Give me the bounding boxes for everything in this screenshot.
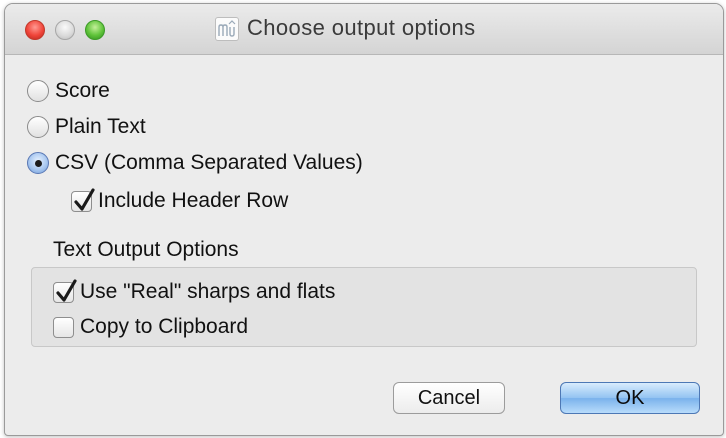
score-radio[interactable]: [27, 80, 49, 102]
app-icon: [215, 17, 239, 41]
cancel-button[interactable]: Cancel: [393, 382, 505, 414]
plain-text-radio[interactable]: [27, 116, 49, 138]
close-window-button[interactable]: [25, 20, 45, 40]
copy-to-clipboard-option[interactable]: Copy to Clipboard: [53, 315, 248, 339]
copy-to-clipboard-label: Copy to Clipboard: [80, 315, 249, 338]
real-sharps-flats-label: Use "Real" sharps and flats: [80, 280, 336, 303]
checkmark-icon: [56, 278, 77, 302]
dialog-window: Choose output options Score Plain Text C…: [4, 3, 724, 436]
title-bar: Choose output options: [5, 4, 723, 55]
zoom-window-button[interactable]: [85, 20, 105, 40]
score-label: Score: [55, 79, 110, 102]
real-sharps-flats-checkbox[interactable]: [53, 278, 77, 303]
radio-row-csv[interactable]: CSV (Comma Separated Values): [27, 151, 363, 175]
window-title: Choose output options: [247, 15, 476, 40]
ok-button[interactable]: OK: [560, 382, 700, 414]
checkmark-icon: [74, 187, 95, 211]
include-header-row-option[interactable]: Include Header Row: [71, 187, 289, 213]
csv-radio[interactable]: [27, 152, 49, 174]
radio-row-score[interactable]: Score: [27, 79, 110, 103]
text-output-options-heading: Text Output Options: [53, 238, 239, 261]
real-sharps-flats-option[interactable]: Use "Real" sharps and flats: [53, 278, 336, 304]
include-header-row-checkbox[interactable]: [71, 187, 95, 212]
include-header-row-label: Include Header Row: [98, 189, 289, 212]
minimize-window-button[interactable]: [55, 20, 75, 40]
copy-to-clipboard-checkbox[interactable]: [53, 316, 74, 338]
csv-label: CSV (Comma Separated Values): [55, 151, 363, 174]
radio-row-plain-text[interactable]: Plain Text: [27, 115, 146, 139]
plain-text-label: Plain Text: [55, 115, 146, 138]
